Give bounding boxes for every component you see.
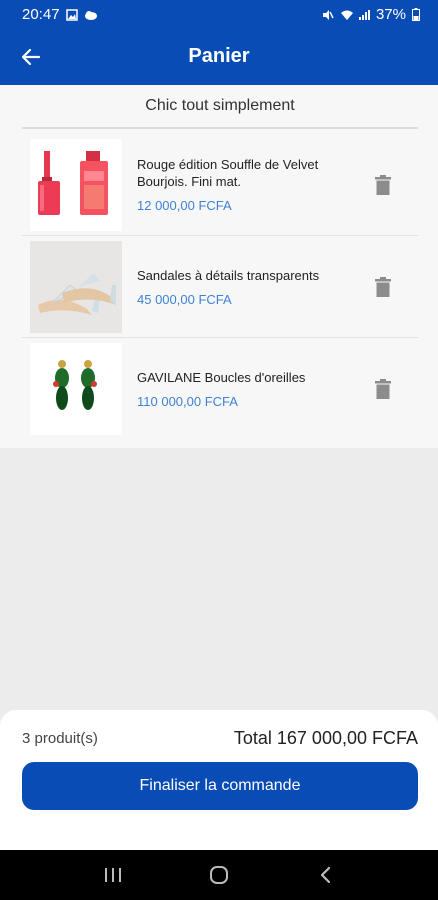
delete-button[interactable]: [372, 173, 394, 197]
image-icon: [65, 8, 78, 21]
cart-item[interactable]: Rouge édition Souffle de Velvet Bourjois…: [22, 134, 418, 235]
arrow-left-icon: [21, 48, 41, 66]
delete-button[interactable]: [372, 377, 394, 401]
item-name: GAVILANE Boucles d'oreilles: [137, 369, 306, 385]
recents-icon: [105, 868, 121, 882]
battery-icon: [412, 8, 424, 21]
back-button[interactable]: [14, 40, 48, 74]
product-count: 3 produit(s): [22, 730, 98, 747]
status-left: 20:47: [22, 5, 97, 23]
checkout-button[interactable]: Finaliser la commande: [22, 762, 418, 810]
status-right: 37%: [322, 6, 424, 23]
cloud-icon: [84, 8, 97, 20]
chevron-left-icon: [320, 866, 331, 884]
item-price: 12 000,00 FCFA: [137, 198, 232, 213]
item-price: 45 000,00 FCFA: [137, 291, 232, 307]
status-bar: 20:47 37%: [0, 0, 438, 28]
summary-row: 3 produit(s) Total 167 000,00 FCFA: [22, 728, 418, 749]
item-price: 110 000,00 FCFA: [137, 393, 238, 409]
system-nav-bar: [0, 850, 438, 900]
signal-icon: [358, 8, 370, 20]
item-info: Sandales à détails transparents 45 000,0…: [137, 267, 347, 307]
battery-level: 37%: [375, 5, 406, 23]
wifi-icon: [340, 8, 353, 20]
item-name: Sandales à détails transparents: [137, 267, 320, 283]
product-image-sandals: [30, 240, 122, 333]
section-title: Chic tout simplement: [22, 85, 418, 129]
status-time: 20:47: [22, 5, 60, 23]
mute-icon: [322, 8, 334, 20]
trash-icon: [375, 174, 391, 195]
order-total: Total 167 000,00 FCFA: [233, 728, 418, 748]
system-back-button[interactable]: [305, 855, 345, 895]
item-info: GAVILANE Boucles d'oreilles 110 000,00 F…: [137, 369, 347, 409]
checkout-panel: 3 produit(s) Total 167 000,00 FCFA Final…: [0, 710, 438, 850]
home-button[interactable]: [199, 855, 239, 895]
trash-icon: [375, 378, 391, 399]
trash-icon: [375, 276, 391, 297]
item-info: Rouge édition Souffle de Velvet Bourjois…: [137, 156, 347, 213]
item-name: Rouge édition Souffle de Velvet Bourjois…: [137, 157, 319, 189]
cart-item[interactable]: GAVILANE Boucles d'oreilles 110 000,00 F…: [22, 338, 418, 439]
app-bar: Panier: [0, 28, 438, 85]
cart-content: Chic tout simplement Rouge édition Souff…: [0, 85, 438, 448]
cart-item[interactable]: Sandales à détails transparents 45 000,0…: [22, 236, 418, 337]
product-image-lipstick: [30, 138, 122, 231]
home-icon: [210, 866, 228, 884]
recent-apps-button[interactable]: [93, 855, 133, 895]
page-title: Panier: [188, 45, 250, 67]
delete-button[interactable]: [372, 275, 394, 299]
product-image-earrings: [30, 342, 122, 435]
